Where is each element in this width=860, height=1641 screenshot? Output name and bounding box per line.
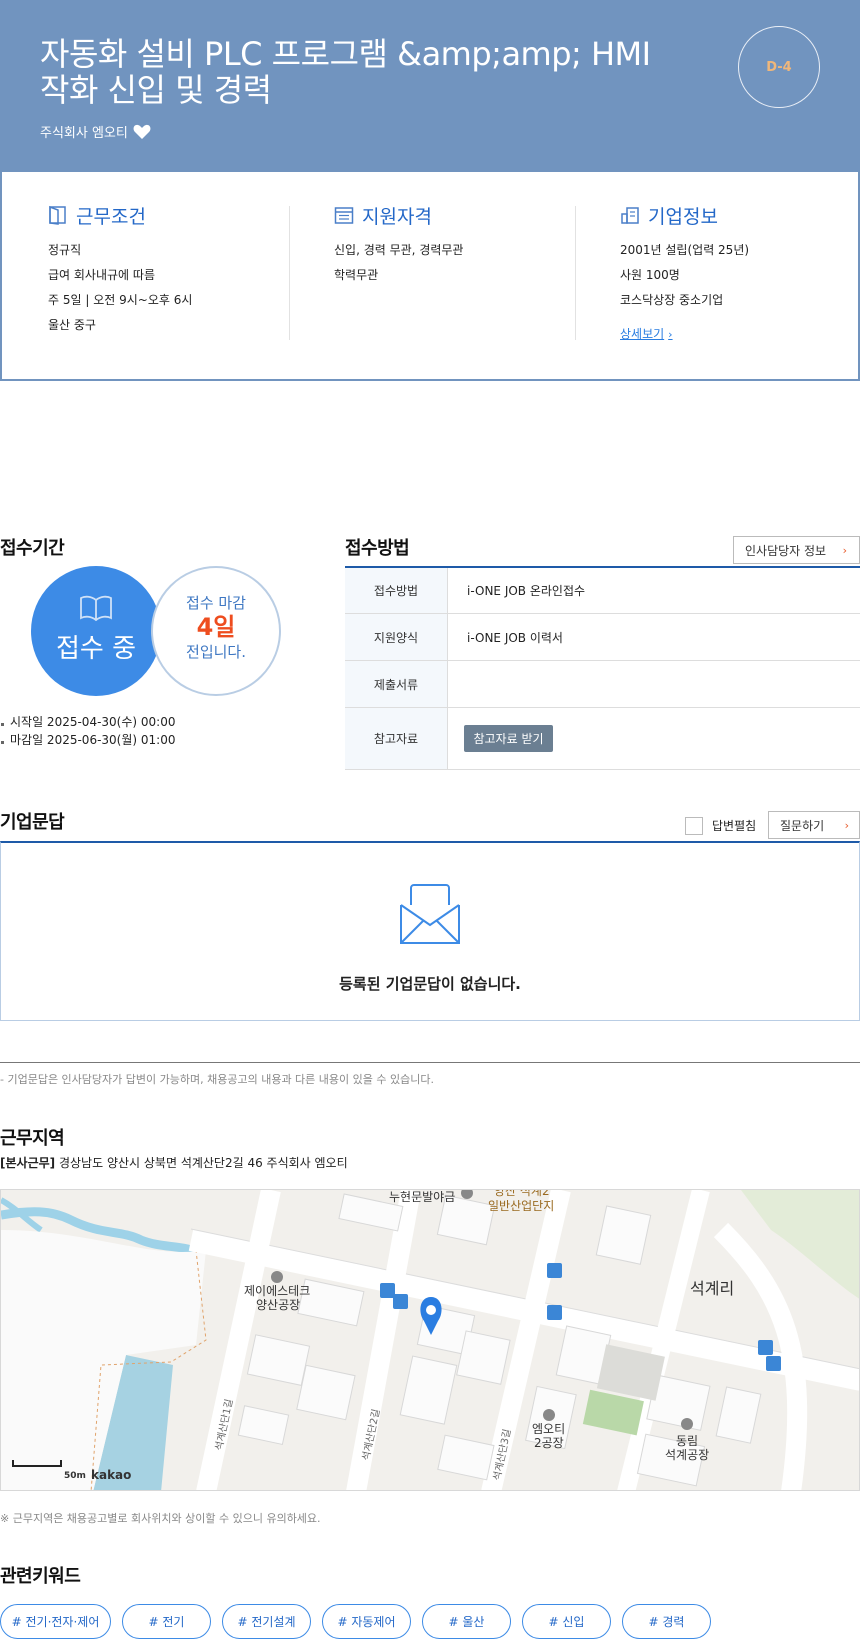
keyword-tag[interactable]: # 자동제어 [322, 1604, 411, 1639]
divider [289, 206, 290, 340]
book-icon [80, 595, 112, 622]
qna-empty-message: 등록된 기업문답이 없습니다. [339, 975, 521, 993]
location-note: ※ 근무지역은 채용공고별로 회사위치와 상이할 수 있으니 유의하세요. [0, 1512, 321, 1525]
table-key: 접수방법 [345, 568, 448, 613]
deadline-circle: 접수 마감 4일 전입니다. [151, 566, 281, 696]
qualification-item: 신입, 경력 무관, 경력무관 [334, 243, 464, 257]
deadline-days: 4일 [196, 613, 236, 641]
work-item: 울산 중구 [48, 318, 96, 332]
map-label: 석계리 [690, 1279, 735, 1298]
chevron-right-icon: › [844, 818, 849, 832]
company-info-title: 기업정보 [648, 205, 718, 228]
table-row: 지원양식 i-ONE JOB 이력서 [345, 614, 860, 661]
job-header: 자동화 설비 PLC 프로그램 &amp;amp; HMI 작화 신입 및 경력… [0, 0, 860, 172]
period-dates: 시작일 2025-04-30(수) 00:00 마감일 2025-06-30(월… [0, 713, 175, 749]
start-date: 시작일 2025-04-30(수) 00:00 [0, 713, 175, 731]
heart-icon[interactable] [133, 124, 151, 140]
expand-answers-checkbox[interactable] [685, 817, 703, 835]
keyword-tag[interactable]: # 울산 [422, 1604, 511, 1639]
end-date: 마감일 2025-06-30(월) 01:00 [0, 731, 175, 749]
table-row: 제출서류 [345, 661, 860, 708]
keywords-title: 관련키워드 [0, 1566, 81, 1587]
qualification-item: 학력무관 [334, 268, 379, 282]
table-value [448, 661, 860, 707]
table-value: i-ONE JOB 이력서 [467, 630, 563, 645]
table-key: 제출서류 [345, 661, 448, 707]
work-item: 급여 회사내규에 따름 [48, 268, 155, 282]
keyword-tag[interactable]: # 전기·전자·제어 [0, 1604, 111, 1639]
qna-box: 등록된 기업문답이 없습니다. [0, 841, 860, 1021]
work-item: 정규직 [48, 243, 82, 257]
ask-question-label: 질문하기 [780, 818, 825, 833]
company-info-item: 2001년 설립(업력 25년) [620, 243, 750, 257]
company-info: 기업정보 2001년 설립(업력 25년) 사원 100명 코스닥상장 중소기업… [620, 202, 860, 342]
calendar-icon [334, 207, 354, 224]
method-title: 접수방법 [345, 538, 410, 559]
keyword-tag[interactable]: # 전기설계 [222, 1604, 311, 1639]
qna-title: 기업문답 [0, 812, 65, 833]
download-reference-button[interactable]: 참고자료 받기 [464, 725, 553, 752]
job-title: 자동화 설비 PLC 프로그램 &amp;amp; HMI 작화 신입 및 경력 [40, 35, 651, 109]
location-title: 근무지역 [0, 1128, 65, 1149]
map-label: 엠오티 [532, 1422, 566, 1436]
table-row: 참고자료 참고자료 받기 [345, 708, 860, 770]
company-info-item: 사원 100명 [620, 268, 680, 282]
company-detail-label[interactable]: 상세보기 [620, 327, 664, 341]
map-label: 석계공장 [665, 1448, 710, 1462]
map-canvas [1, 1190, 859, 1490]
deadline-suffix: 전입니다. [186, 643, 246, 661]
map-label: 2공장 [534, 1436, 564, 1450]
address-text: 경상남도 양산시 상북면 석계산단2길 46 주식회사 엠오티 [58, 1156, 348, 1170]
hr-contact-button[interactable]: 인사담당자 정보 › [733, 536, 860, 564]
dday-badge: D-4 [738, 26, 820, 108]
map-label: 제이에스테크 [244, 1284, 311, 1298]
qualifications: 지원자격 신입, 경력 무관, 경력무관 학력무관 [334, 202, 594, 288]
keyword-tag[interactable]: # 신입 [522, 1604, 611, 1639]
map-label: 양산공장 [256, 1298, 301, 1312]
chevron-right-icon: › [668, 328, 673, 341]
keyword-list: # 전기·전자·제어 # 전기 # 전기설계 # 자동제어 # 울산 # 신입 … [0, 1604, 711, 1639]
company-detail-link[interactable]: 상세보기 › [620, 325, 673, 342]
keyword-tag[interactable]: # 경력 [622, 1604, 711, 1639]
work-conditions: 근무조건 정규직 급여 회사내규에 따름 주 5일 | 오전 9시~오후 6시 … [48, 202, 308, 338]
work-conditions-title: 근무조건 [76, 205, 146, 228]
table-key: 참고자료 [345, 708, 448, 769]
table-value: 참고자료 받기 [448, 708, 860, 769]
building-icon [621, 207, 639, 224]
company-info-item: 코스닥상장 중소기업 [620, 293, 724, 307]
expand-answers-label[interactable]: 답변펼침 [712, 817, 756, 835]
keyword-tag[interactable]: # 전기 [122, 1604, 211, 1639]
map-label: 누현문발야금 [389, 1190, 456, 1204]
company-name[interactable]: 주식회사 엠오티 [40, 122, 128, 141]
company-name-row: 주식회사 엠오티 [40, 122, 151, 141]
ask-question-button[interactable]: 질문하기 › [768, 811, 860, 839]
deadline-label: 접수 마감 [186, 594, 246, 612]
table-value: i-ONE JOB 온라인접수 [467, 584, 586, 598]
summary-info-box: 근무조건 정규직 급여 회사내규에 따름 주 5일 | 오전 9시~오후 6시 … [0, 172, 860, 381]
divider [575, 206, 576, 340]
chevron-right-icon: › [842, 543, 847, 557]
status-text: 접수 중 [55, 634, 137, 664]
map-label: 양산 석계2 [494, 1189, 550, 1198]
work-item: 주 5일 | 오전 9시~오후 6시 [48, 293, 193, 307]
qualifications-title: 지원자격 [362, 205, 432, 228]
door-icon [49, 205, 66, 225]
status-circle: 접수 중 [31, 566, 161, 696]
map-scale: 50m [64, 1471, 86, 1481]
table-row: 접수방법 i-ONE JOB 온라인접수 [345, 568, 860, 614]
qna-note: - 기업문답은 인사담당자가 답변이 가능하며, 채용공고의 내용과 다른 내용… [0, 1073, 434, 1086]
period-title: 접수기간 [0, 538, 65, 559]
address-tag: [본사근무] [0, 1156, 56, 1170]
envelope-icon [400, 884, 460, 944]
location-map[interactable]: 누현문발야금 양산 석계2 일반산업단지 제이에스테크 양산공장 석계리 엠오티… [0, 1189, 860, 1491]
method-table: 접수방법 i-ONE JOB 온라인접수 지원양식 i-ONE JOB 이력서 … [345, 566, 860, 770]
map-label: 동림 [676, 1434, 699, 1448]
hr-contact-label: 인사담당자 정보 [745, 543, 827, 558]
map-brand-logo: kakao [91, 1468, 132, 1482]
work-address: [본사근무] 경상남도 양산시 상북면 석계산단2길 46 주식회사 엠오티 [0, 1154, 348, 1171]
table-key: 지원양식 [345, 614, 448, 660]
map-label: 일반산업단지 [488, 1199, 555, 1213]
divider [0, 1062, 860, 1063]
